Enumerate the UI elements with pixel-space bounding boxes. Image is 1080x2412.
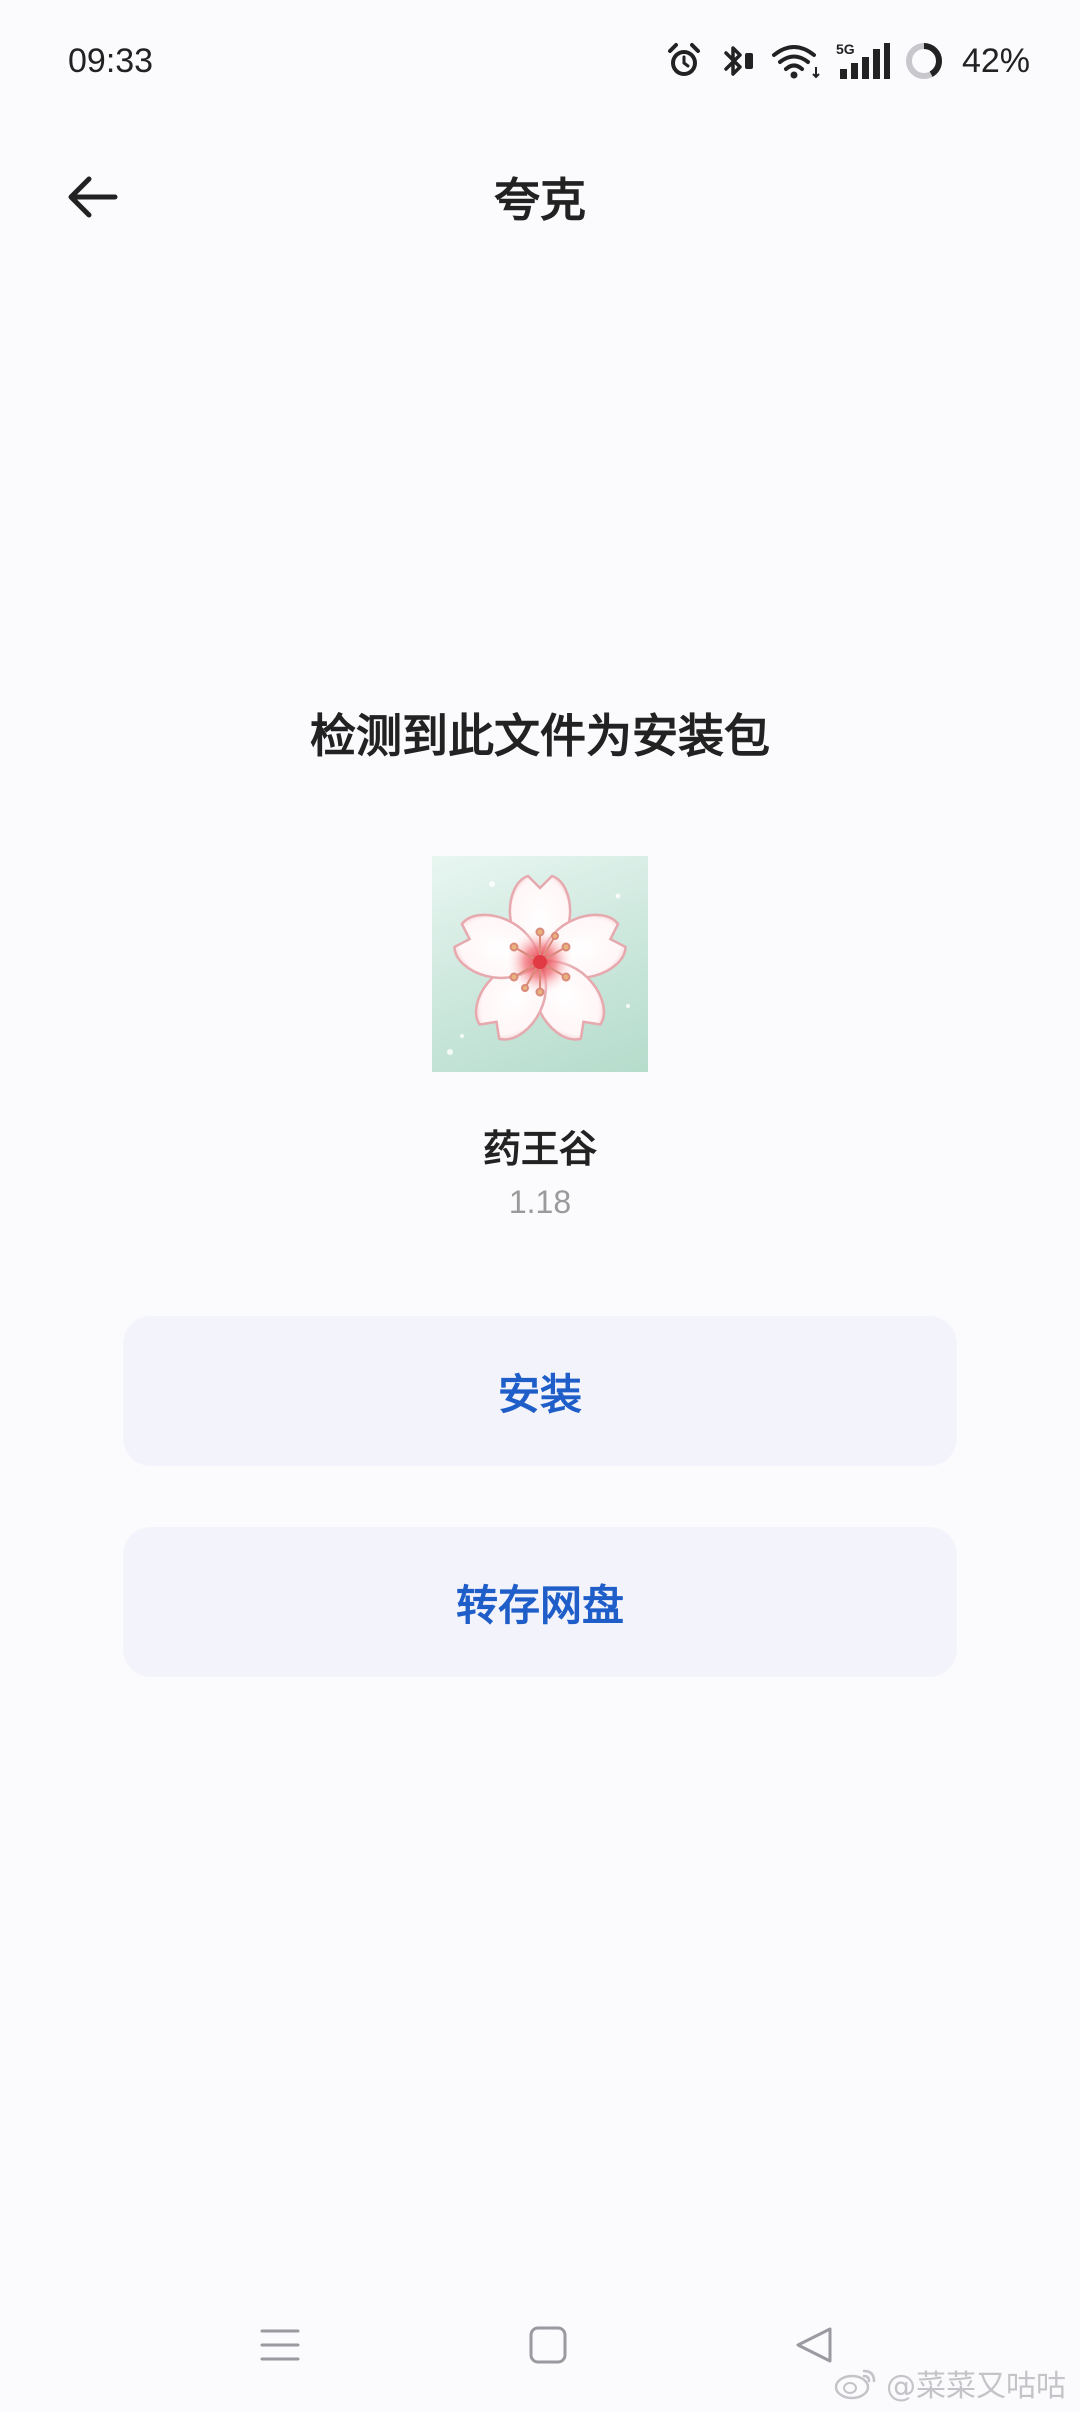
- home-square-icon: [529, 2326, 567, 2364]
- top-app-bar: 夸克: [0, 150, 1080, 240]
- nav-recents-button[interactable]: [250, 2310, 310, 2380]
- install-package-screen: 09:33 5G 42% 夸克 检测到此文件为安装包 药王谷 1.18 安装 转…: [0, 0, 1080, 2412]
- battery-ring-icon: [905, 43, 942, 79]
- battery-percent: 42%: [961, 41, 1030, 80]
- status-bar: 09:33 5G 42%: [0, 0, 1080, 120]
- save-to-cloud-drive-button[interactable]: 转存网盘: [123, 1527, 957, 1677]
- network-type-label: 5G: [836, 41, 855, 57]
- weibo-logo-icon: [834, 2369, 876, 2400]
- status-time: 09:33: [68, 42, 154, 80]
- alarm-icon: [667, 43, 700, 76]
- install-button[interactable]: 安装: [123, 1316, 957, 1466]
- status-icons: 5G 42%: [664, 36, 1030, 86]
- watermark-text: @菜菜又咕咕: [886, 2369, 1066, 2404]
- bluetooth-icon: [724, 46, 753, 76]
- app-icon: [432, 856, 648, 1072]
- nav-home-button[interactable]: [518, 2310, 578, 2380]
- package-detected-headline: 检测到此文件为安装包: [310, 709, 770, 763]
- watermark: @菜菜又咕咕: [834, 2358, 1066, 2408]
- back-triangle-icon: [796, 2327, 832, 2363]
- app-version: 1.18: [508, 1184, 572, 1220]
- app-name: 药王谷: [482, 1126, 597, 1171]
- cellular-signal-icon: 5G: [836, 41, 890, 79]
- wifi-icon: [771, 45, 820, 79]
- menu-icon: [260, 2329, 300, 2361]
- cherry-blossom-icon: [447, 874, 630, 1055]
- page-title: 夸克: [494, 173, 586, 227]
